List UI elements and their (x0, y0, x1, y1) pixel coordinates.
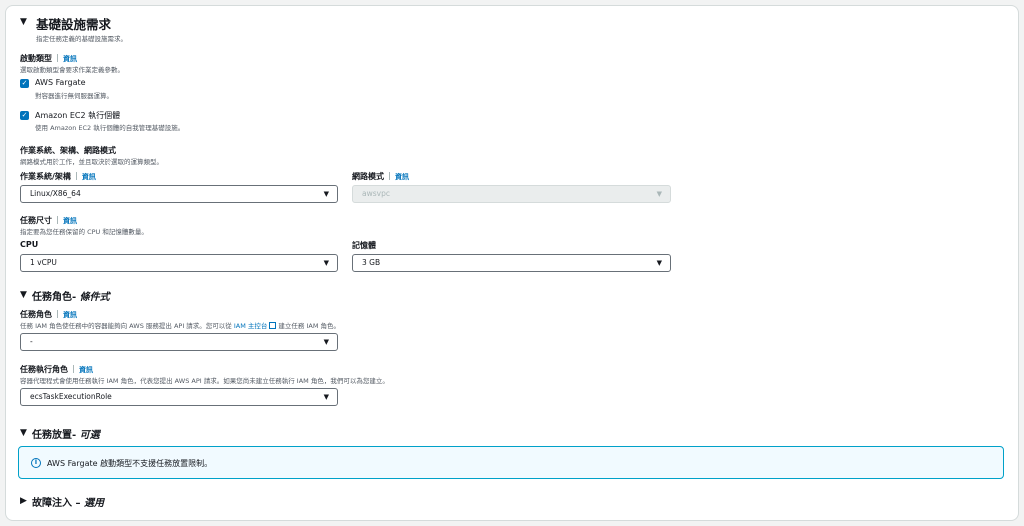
memory-select[interactable]: 3 GB ▼ (352, 254, 671, 272)
os-arch-label: 作業系統/架構 資訊 (20, 172, 96, 181)
chevron-down-icon: ▼ (323, 393, 329, 401)
info-alert: i AWS Fargate 啟動類型不支援任務放置限制。 (18, 446, 1004, 479)
ec2-option-title: Amazon EC2 執行個體 (35, 111, 121, 120)
collapse-caret-icon[interactable]: ▼ (20, 17, 27, 27)
network-mode-label: 網路模式 資訊 (352, 172, 409, 181)
alert-text: AWS Fargate 啟動類型不支援任務放置限制。 (47, 459, 213, 468)
os-arch-info-link[interactable]: 資訊 (82, 173, 96, 181)
network-mode-select: awsvpc ▼ (352, 185, 671, 203)
exec-role-info-link[interactable]: 資訊 (79, 366, 93, 374)
info-icon: i (31, 458, 41, 468)
os-arch-select[interactable]: Linux/X86_64 ▼ (20, 185, 338, 203)
os-arch-network-description: 網路模式用於工作，並且取決於選取的運算類型。 (20, 158, 163, 166)
launch-type-label: 啟動類型 資訊 (20, 54, 77, 63)
exec-role-select[interactable]: ecsTaskExecutionRole ▼ (20, 388, 338, 406)
iam-console-link[interactable]: IAM 主控台 (234, 322, 268, 330)
external-link-icon (269, 322, 277, 329)
placement-section-title[interactable]: 任務放置- 可選 (32, 426, 100, 441)
cpu-label: CPU (20, 240, 39, 249)
task-role-info-link[interactable]: 資訊 (63, 311, 77, 319)
fargate-option-description: 對容器進行無伺服器運算。 (35, 92, 113, 100)
chevron-down-icon: ▼ (656, 190, 662, 198)
task-role-select[interactable]: - ▼ (20, 333, 338, 351)
section-title: 基礎設施需求 (36, 17, 112, 32)
ec2-option-description: 使用 Amazon EC2 執行個體的自我管理基礎設施。 (35, 124, 185, 132)
task-role-label: 任務角色 資訊 (20, 310, 77, 319)
chevron-down-icon: ▼ (323, 338, 329, 346)
collapse-caret-icon[interactable]: ▼ (20, 428, 27, 438)
chevron-down-icon: ▼ (323, 190, 329, 198)
chevron-down-icon: ▼ (656, 259, 662, 267)
chevron-down-icon: ▼ (323, 259, 329, 267)
ec2-checkbox[interactable]: ✓ (20, 111, 29, 120)
network-mode-info-link[interactable]: 資訊 (395, 173, 409, 181)
cpu-select[interactable]: 1 vCPU ▼ (20, 254, 338, 272)
section-description: 指定任務定義的基礎設施需求。 (36, 35, 127, 43)
task-size-info-link[interactable]: 資訊 (63, 217, 77, 225)
task-role-description: 任務 IAM 角色使任務中的容器能夠向 AWS 服務提出 API 請求。您可以從… (20, 322, 341, 330)
fargate-checkbox[interactable]: ✓ (20, 79, 29, 88)
launch-type-info-link[interactable]: 資訊 (63, 55, 77, 63)
task-role-section-title[interactable]: 任務角色- 條件式 (32, 288, 110, 303)
os-arch-network-label: 作業系統、架構、網路模式 (20, 146, 116, 155)
exec-role-label: 任務執行角色 資訊 (20, 365, 93, 374)
memory-label: 記憶體 (352, 241, 376, 250)
exec-role-description: 容器代理程式會使用任務執行 IAM 角色，代表您提出 AWS API 請求。如果… (20, 377, 389, 385)
fault-section-title[interactable]: 故障注入 – 選用 (32, 494, 104, 509)
expand-caret-icon[interactable]: ▶ (20, 496, 27, 506)
task-size-label: 任務尺寸 資訊 (20, 216, 77, 225)
fargate-option-title: AWS Fargate (35, 78, 86, 87)
task-size-description: 指定要為您任務保留的 CPU 和記憶體數量。 (20, 228, 148, 236)
launch-type-description: 選取啟動類型會要求作業定義參數。 (20, 66, 124, 74)
collapse-caret-icon[interactable]: ▼ (20, 290, 27, 300)
